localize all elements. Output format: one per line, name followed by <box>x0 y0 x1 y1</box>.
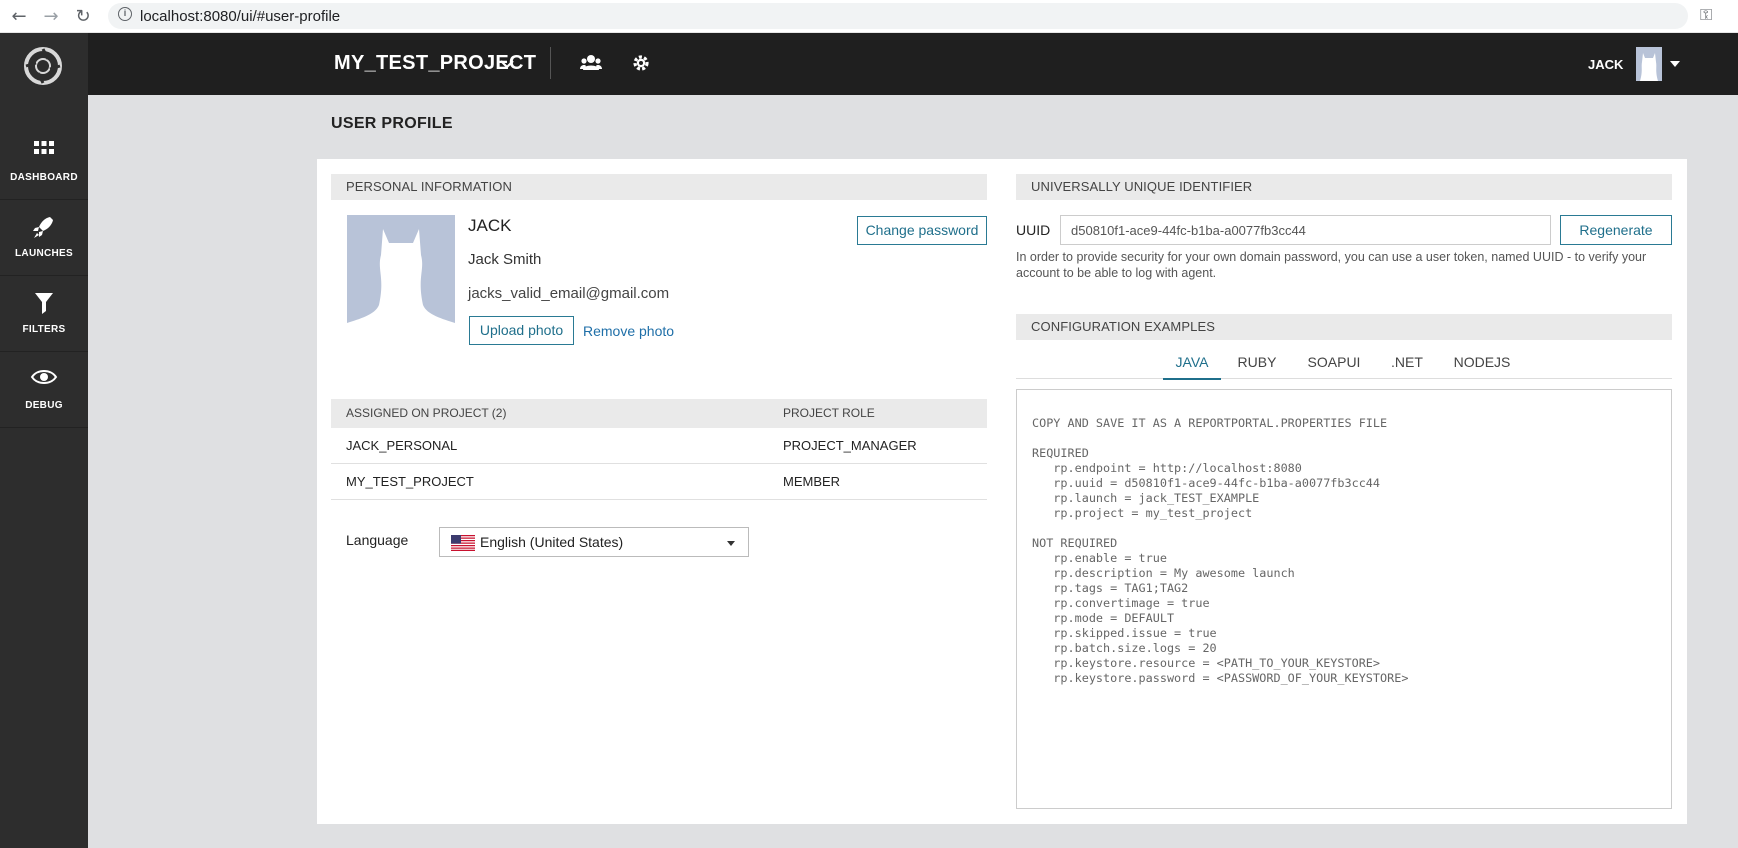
tab-dotnet[interactable]: .NET <box>1389 354 1425 380</box>
header-divider <box>550 47 551 79</box>
change-password-button[interactable]: Change password <box>857 216 987 245</box>
top-header: MY_TEST_PROJECT JACK <box>88 33 1738 95</box>
config-examples-header: CONFIGURATION EXAMPLES <box>1016 314 1672 340</box>
sidebar-item-label: FILTERS <box>22 324 66 335</box>
uuid-label: UUID <box>1016 222 1051 238</box>
personal-info-header: PERSONAL INFORMATION <box>331 174 987 200</box>
uuid-header: UNIVERSALLY UNIQUE IDENTIFIER <box>1016 174 1672 200</box>
caret-down-icon <box>727 541 735 546</box>
remove-photo-link[interactable]: Remove photo <box>583 323 674 339</box>
rocket-icon <box>33 217 53 238</box>
language-selected-value: English (United States) <box>480 534 624 550</box>
column-header-role: PROJECT ROLE <box>783 406 875 420</box>
tab-java[interactable]: JAVA <box>1163 354 1221 380</box>
config-code-text: COPY AND SAVE IT AS A REPORTPORTAL.PROPE… <box>1032 416 1409 685</box>
avatar[interactable] <box>1636 47 1662 81</box>
grid-icon <box>34 141 54 154</box>
sidebar-item-label: LAUNCHES <box>15 248 73 259</box>
tab-nodejs[interactable]: NODEJS <box>1453 354 1511 380</box>
filter-icon <box>35 293 53 314</box>
projects-table-header: ASSIGNED ON PROJECT (2) PROJECT ROLE <box>331 399 987 428</box>
back-icon[interactable]: ← <box>6 3 32 29</box>
profile-photo <box>347 215 455 334</box>
key-icon[interactable]: ⚿ <box>1700 5 1712 25</box>
project-role-cell: MEMBER <box>783 474 841 489</box>
eye-icon <box>30 370 58 384</box>
url-text: localhost:8080/ui/#user-profile <box>140 8 341 25</box>
reportportal-logo-icon[interactable] <box>24 47 62 85</box>
gear-icon[interactable] <box>631 53 651 73</box>
table-row: JACK_PERSONAL PROJECT_MANAGER <box>331 428 987 464</box>
config-tabs: JAVA RUBY SOAPUI .NET NODEJS <box>1016 352 1672 380</box>
page-title: USER PROFILE <box>331 115 453 132</box>
avatar-silhouette-icon <box>1640 53 1658 81</box>
upload-photo-button[interactable]: Upload photo <box>469 316 574 345</box>
user-name[interactable]: JACK <box>1588 57 1623 72</box>
project-name-cell: JACK_PERSONAL <box>346 438 458 453</box>
uuid-field[interactable] <box>1060 215 1551 245</box>
profile-username: JACK <box>468 216 512 235</box>
sidebar: DASHBOARD LAUNCHES FILTERS DEBUG <box>0 33 88 848</box>
sidebar-item-debug[interactable]: DEBUG <box>0 353 88 428</box>
sidebar-item-filters[interactable]: FILTERS <box>0 277 88 352</box>
language-label: Language <box>346 532 409 548</box>
project-role-cell: PROJECT_MANAGER <box>783 438 917 453</box>
user-menu-caret-icon[interactable] <box>1670 61 1680 67</box>
members-icon[interactable] <box>580 53 602 73</box>
tab-ruby[interactable]: RUBY <box>1237 354 1277 380</box>
reload-icon[interactable]: ↻ <box>70 3 96 29</box>
browser-toolbar: ← → ↻ i localhost:8080/ui/#user-profile … <box>0 0 1738 33</box>
info-icon[interactable]: i <box>118 7 132 21</box>
regenerate-button[interactable]: Regenerate <box>1560 215 1672 245</box>
profile-email: jacks_valid_email@gmail.com <box>468 285 670 302</box>
sidebar-item-launches[interactable]: LAUNCHES <box>0 201 88 276</box>
address-bar[interactable]: i localhost:8080/ui/#user-profile <box>108 3 1688 29</box>
us-flag-icon <box>451 535 475 551</box>
sidebar-item-label: DEBUG <box>25 400 63 411</box>
forward-icon[interactable]: → <box>38 3 64 29</box>
profile-full-name: Jack Smith <box>468 251 542 268</box>
uuid-help-text: In order to provide security for your ow… <box>1016 250 1647 280</box>
config-code-box[interactable]: COPY AND SAVE IT AS A REPORTPORTAL.PROPE… <box>1016 389 1672 809</box>
project-name-cell: MY_TEST_PROJECT <box>346 474 474 489</box>
table-row: MY_TEST_PROJECT MEMBER <box>331 464 987 500</box>
language-select[interactable]: English (United States) <box>439 527 749 557</box>
column-header-project: ASSIGNED ON PROJECT (2) <box>346 406 507 420</box>
tab-soapui[interactable]: SOAPUI <box>1306 354 1362 380</box>
chevron-down-icon[interactable] <box>498 55 516 73</box>
sidebar-item-label: DASHBOARD <box>10 172 78 183</box>
sidebar-item-dashboard[interactable]: DASHBOARD <box>0 125 88 200</box>
batman-silhouette-icon <box>347 229 455 334</box>
